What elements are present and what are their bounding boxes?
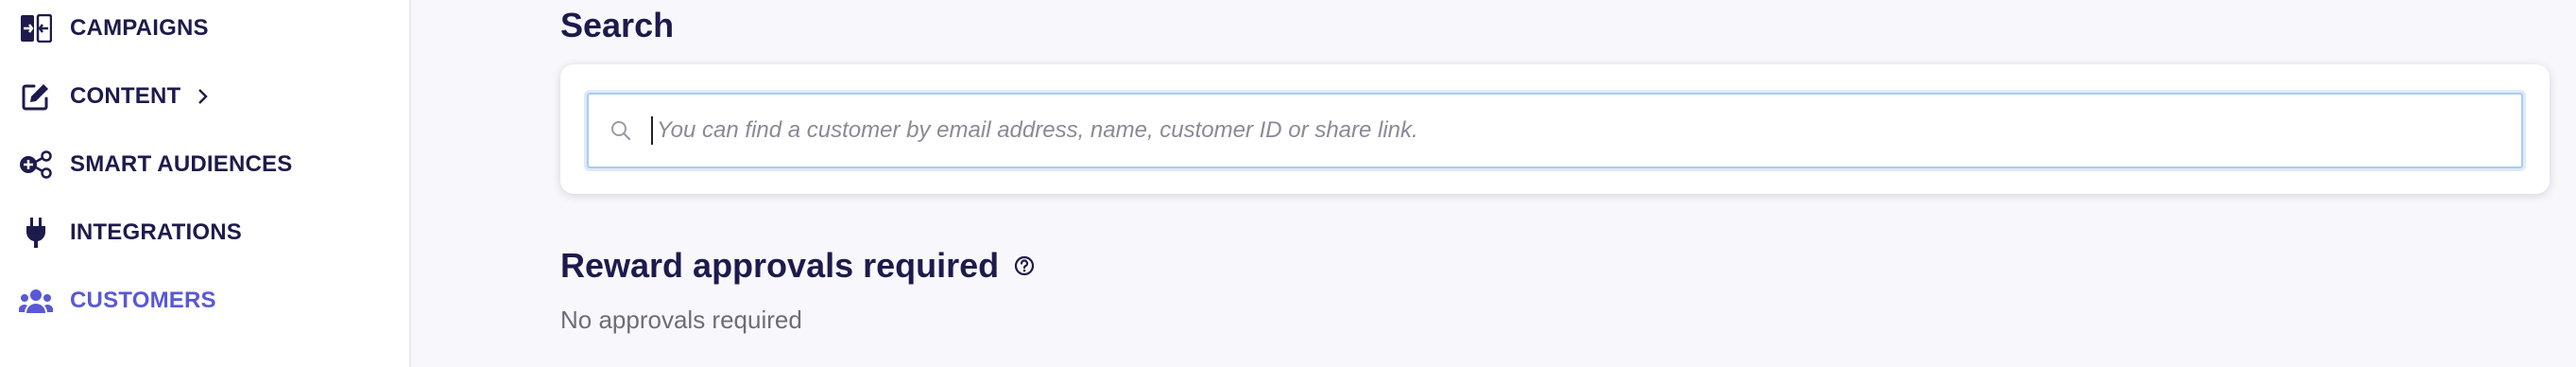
plug-icon [19, 216, 53, 250]
sidebar-item-label: CONTENT [70, 83, 181, 109]
main-content: Search Reward approvals required No appr… [411, 0, 2576, 367]
sidebar-item-integrations[interactable]: INTEGRATIONS [19, 210, 242, 255]
search-box[interactable] [587, 93, 2523, 168]
sidebar-item-label: CUSTOMERS [70, 288, 216, 313]
sidebar-item-label: CAMPAIGNS [70, 15, 209, 41]
sidebar-item-label: INTEGRATIONS [70, 219, 242, 245]
edit-icon [19, 79, 53, 114]
sidebar-item-content[interactable]: CONTENT [19, 74, 215, 119]
search-card [560, 64, 2550, 194]
search-icon [608, 117, 634, 144]
chevron-right-icon[interactable] [196, 87, 215, 106]
no-approvals-text: No approvals required [560, 306, 802, 334]
campaigns-icon [19, 11, 53, 45]
sidebar: CAMPAIGNS CONTENT SMART AUDIENCES INTEGR… [0, 0, 411, 367]
search-heading: Search [560, 6, 675, 44]
customer-search-input[interactable] [655, 116, 2360, 145]
sidebar-item-smart-audiences[interactable]: SMART AUDIENCES [19, 142, 292, 187]
sidebar-item-label: SMART AUDIENCES [70, 151, 293, 177]
text-cursor [651, 116, 653, 145]
audiences-icon [19, 148, 53, 182]
help-icon[interactable] [1014, 255, 1035, 276]
reward-approvals-title: Reward approvals required [560, 246, 1000, 285]
sidebar-item-customers[interactable]: CUSTOMERS [19, 278, 216, 323]
reward-approvals-heading: Reward approvals required [560, 246, 1035, 286]
sidebar-item-campaigns[interactable]: CAMPAIGNS [19, 6, 209, 51]
customers-icon [19, 284, 53, 318]
